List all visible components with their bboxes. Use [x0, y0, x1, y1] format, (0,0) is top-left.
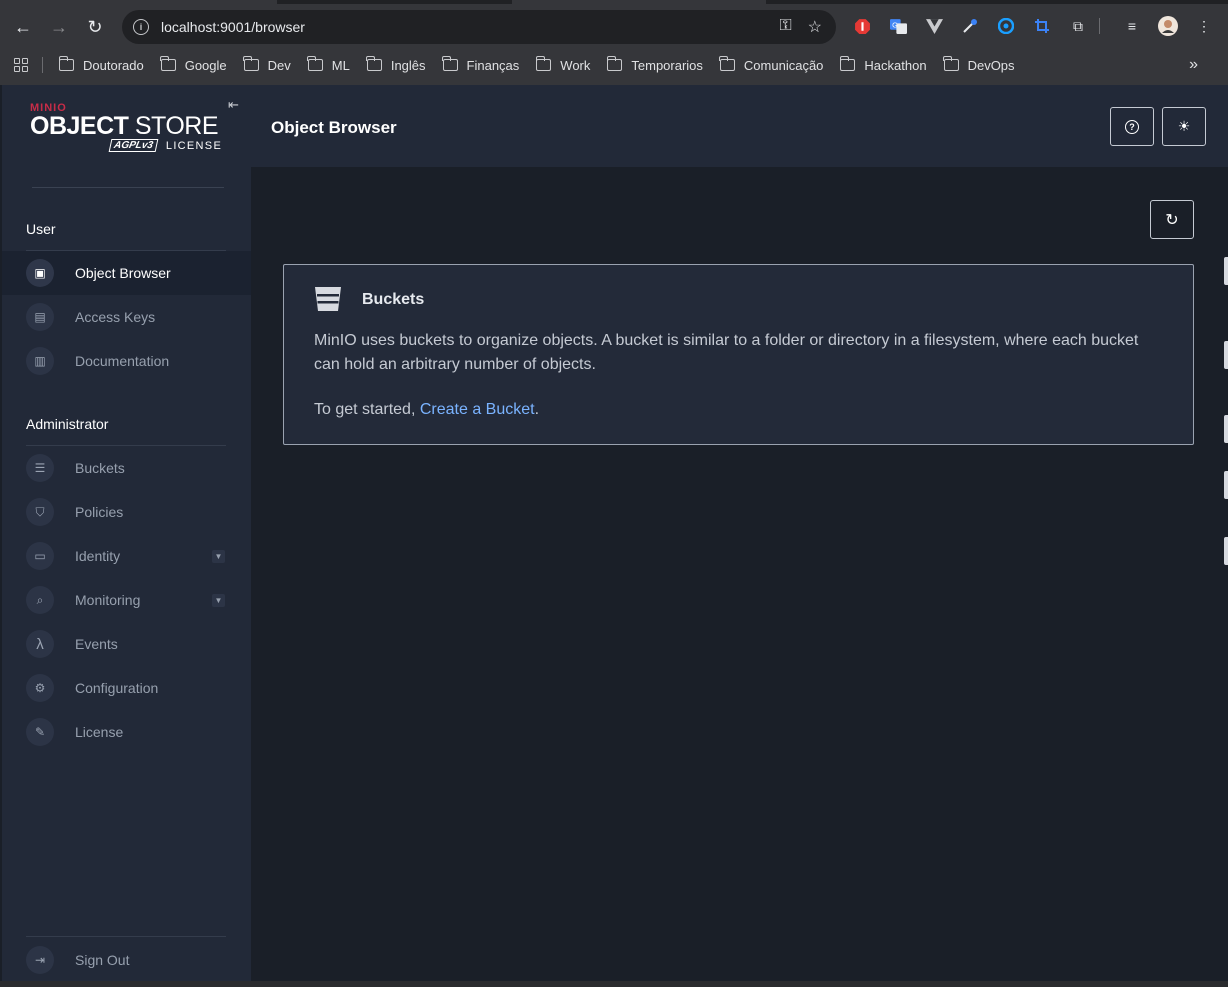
access-keys-icon: ▤	[26, 303, 54, 331]
browser-chrome: ← → ↻ i localhost:9001/browser ⚿ ☆ G ⧉ ≡…	[0, 0, 1228, 85]
bookmark-folder[interactable]: Doutorado	[58, 56, 144, 73]
extensions-puzzle-icon[interactable]: ⧉	[1068, 16, 1088, 36]
bookmark-folder[interactable]: Hackathon	[839, 56, 927, 73]
page-title: Object Browser	[271, 118, 397, 137]
bookmark-star-icon[interactable]: ☆	[808, 17, 822, 37]
folder-icon	[160, 56, 176, 71]
folder-icon	[307, 56, 323, 71]
card-title: Buckets	[362, 291, 425, 308]
media-control-icon[interactable]: ≡	[1122, 16, 1142, 36]
sidebar-item-monitoring[interactable]: ⌕ Monitoring ▼	[2, 578, 251, 622]
browser-toolbar: ← → ↻ i localhost:9001/browser ⚿ ☆ G ⧉ ≡…	[0, 6, 1228, 48]
lambda-icon: λ	[26, 630, 54, 658]
bookmark-folder[interactable]: Google	[160, 56, 227, 73]
sidebar-item-buckets[interactable]: ☰ Buckets	[2, 446, 251, 490]
sidebar-item-license[interactable]: ✎ License	[2, 710, 251, 754]
agpl-badge: AGPLv3	[108, 139, 159, 152]
refresh-icon: ↻	[1165, 211, 1179, 229]
collapse-sidebar-icon[interactable]: ⇤	[228, 97, 239, 113]
extension-red-icon[interactable]	[852, 16, 872, 36]
sidebar-item-configuration[interactable]: ⚙ Configuration	[2, 666, 251, 710]
sun-icon: ☀	[1177, 118, 1191, 134]
refresh-button[interactable]: ↻	[1150, 200, 1194, 239]
folder-icon	[442, 56, 458, 71]
sidebar-item-documentation[interactable]: ▥ Documentation	[2, 339, 251, 383]
bucket-icon	[315, 287, 341, 311]
sidebar-item-policies[interactable]: ⛉ Policies	[2, 490, 251, 534]
minio-console: MINIO OBJECT STORE AGPLv3 LICENSE ⇤ User…	[0, 85, 1228, 987]
reload-icon[interactable]: ↻	[77, 9, 113, 45]
window-bottom-edge	[0, 981, 1228, 987]
bookmarks-bar: Doutorado Google Dev ML Inglês Finanças …	[0, 52, 1228, 78]
bookmark-folder[interactable]: Temporarios	[606, 56, 703, 73]
bookmark-folder[interactable]: Finanças	[442, 56, 519, 73]
page-header: Object Browser ? ☀	[251, 85, 1228, 167]
folder-icon	[243, 56, 259, 71]
sidebar-item-identity[interactable]: ▭ Identity ▼	[2, 534, 251, 578]
extension-blue-icon[interactable]	[996, 16, 1016, 36]
bookmark-folder[interactable]: Inglês	[366, 56, 426, 73]
section-user: User	[26, 221, 56, 237]
color-picker-icon[interactable]	[960, 16, 980, 36]
bookmark-folder[interactable]: Comunicação	[719, 56, 823, 73]
product-name: OBJECT STORE	[30, 112, 219, 140]
key-icon[interactable]: ⚿	[779, 17, 791, 37]
url-text[interactable]: localhost:9001/browser	[161, 19, 305, 35]
id-card-icon: ▭	[26, 542, 54, 570]
address-bar[interactable]: i localhost:9001/browser ⚿ ☆	[122, 10, 836, 44]
sidebar-item-events[interactable]: λ Events	[2, 622, 251, 666]
svg-text:G: G	[892, 20, 898, 29]
theme-toggle-button[interactable]: ☀	[1162, 107, 1206, 146]
chevron-down-icon[interactable]: ▼	[212, 593, 225, 607]
apps-grid-icon[interactable]	[14, 58, 28, 72]
sign-out-icon: ⇥	[26, 946, 54, 974]
card-description: MinIO uses buckets to organize objects. …	[314, 332, 1139, 373]
create-bucket-link[interactable]: Create a Bucket	[420, 401, 535, 418]
profile-avatar[interactable]	[1158, 16, 1178, 36]
license-icon: ✎	[26, 718, 54, 746]
tab-strip	[0, 0, 1228, 4]
minio-logo: MINIO OBJECT STORE AGPLv3 LICENSE	[30, 102, 230, 152]
bookmarks-overflow-icon[interactable]: »	[1189, 56, 1198, 74]
card-cta: To get started, Create a Bucket.	[314, 401, 540, 418]
folder-icon	[943, 56, 959, 71]
bookmark-folder[interactable]: Work	[535, 56, 590, 73]
folder-icon	[839, 56, 856, 71]
object-browser-icon: ▣	[26, 259, 54, 287]
forward-arrow-icon[interactable]: →	[41, 9, 77, 45]
shield-icon: ⛉	[26, 498, 54, 526]
buckets-info-card: Buckets MinIO uses buckets to organize o…	[283, 264, 1194, 445]
bucket-icon: ☰	[26, 454, 54, 482]
magnifier-icon: ⌕	[26, 586, 54, 614]
section-administrator: Administrator	[26, 416, 109, 432]
bookmark-folder[interactable]: ML	[307, 56, 350, 73]
back-arrow-icon[interactable]: ←	[5, 9, 41, 45]
vue-devtools-icon[interactable]	[924, 16, 944, 36]
folder-icon	[58, 56, 74, 71]
divider	[32, 187, 224, 188]
documentation-icon: ▥	[26, 347, 54, 375]
sign-out-button[interactable]: ⇥ Sign Out	[2, 938, 251, 982]
help-icon: ?	[1125, 119, 1139, 134]
bookmark-folder[interactable]: DevOps	[943, 56, 1015, 73]
folder-icon	[606, 56, 623, 71]
browser-menu-icon[interactable]: ⋮	[1194, 16, 1214, 36]
bookmark-folder[interactable]: Dev	[243, 56, 291, 73]
folder-icon	[719, 56, 735, 71]
help-button[interactable]: ?	[1110, 107, 1154, 146]
folder-icon	[366, 56, 382, 71]
crop-icon[interactable]	[1032, 16, 1052, 36]
translate-icon[interactable]: G	[888, 16, 908, 36]
sidebar-item-access-keys[interactable]: ▤ Access Keys	[2, 295, 251, 339]
site-info-icon[interactable]: i	[133, 19, 149, 35]
sidebar-item-object-browser[interactable]: ▣ Object Browser	[2, 251, 251, 295]
folder-icon	[535, 56, 552, 71]
gear-icon: ⚙	[26, 674, 54, 702]
chevron-down-icon[interactable]: ▼	[212, 549, 225, 563]
sidebar: MINIO OBJECT STORE AGPLv3 LICENSE ⇤ User…	[2, 85, 251, 981]
